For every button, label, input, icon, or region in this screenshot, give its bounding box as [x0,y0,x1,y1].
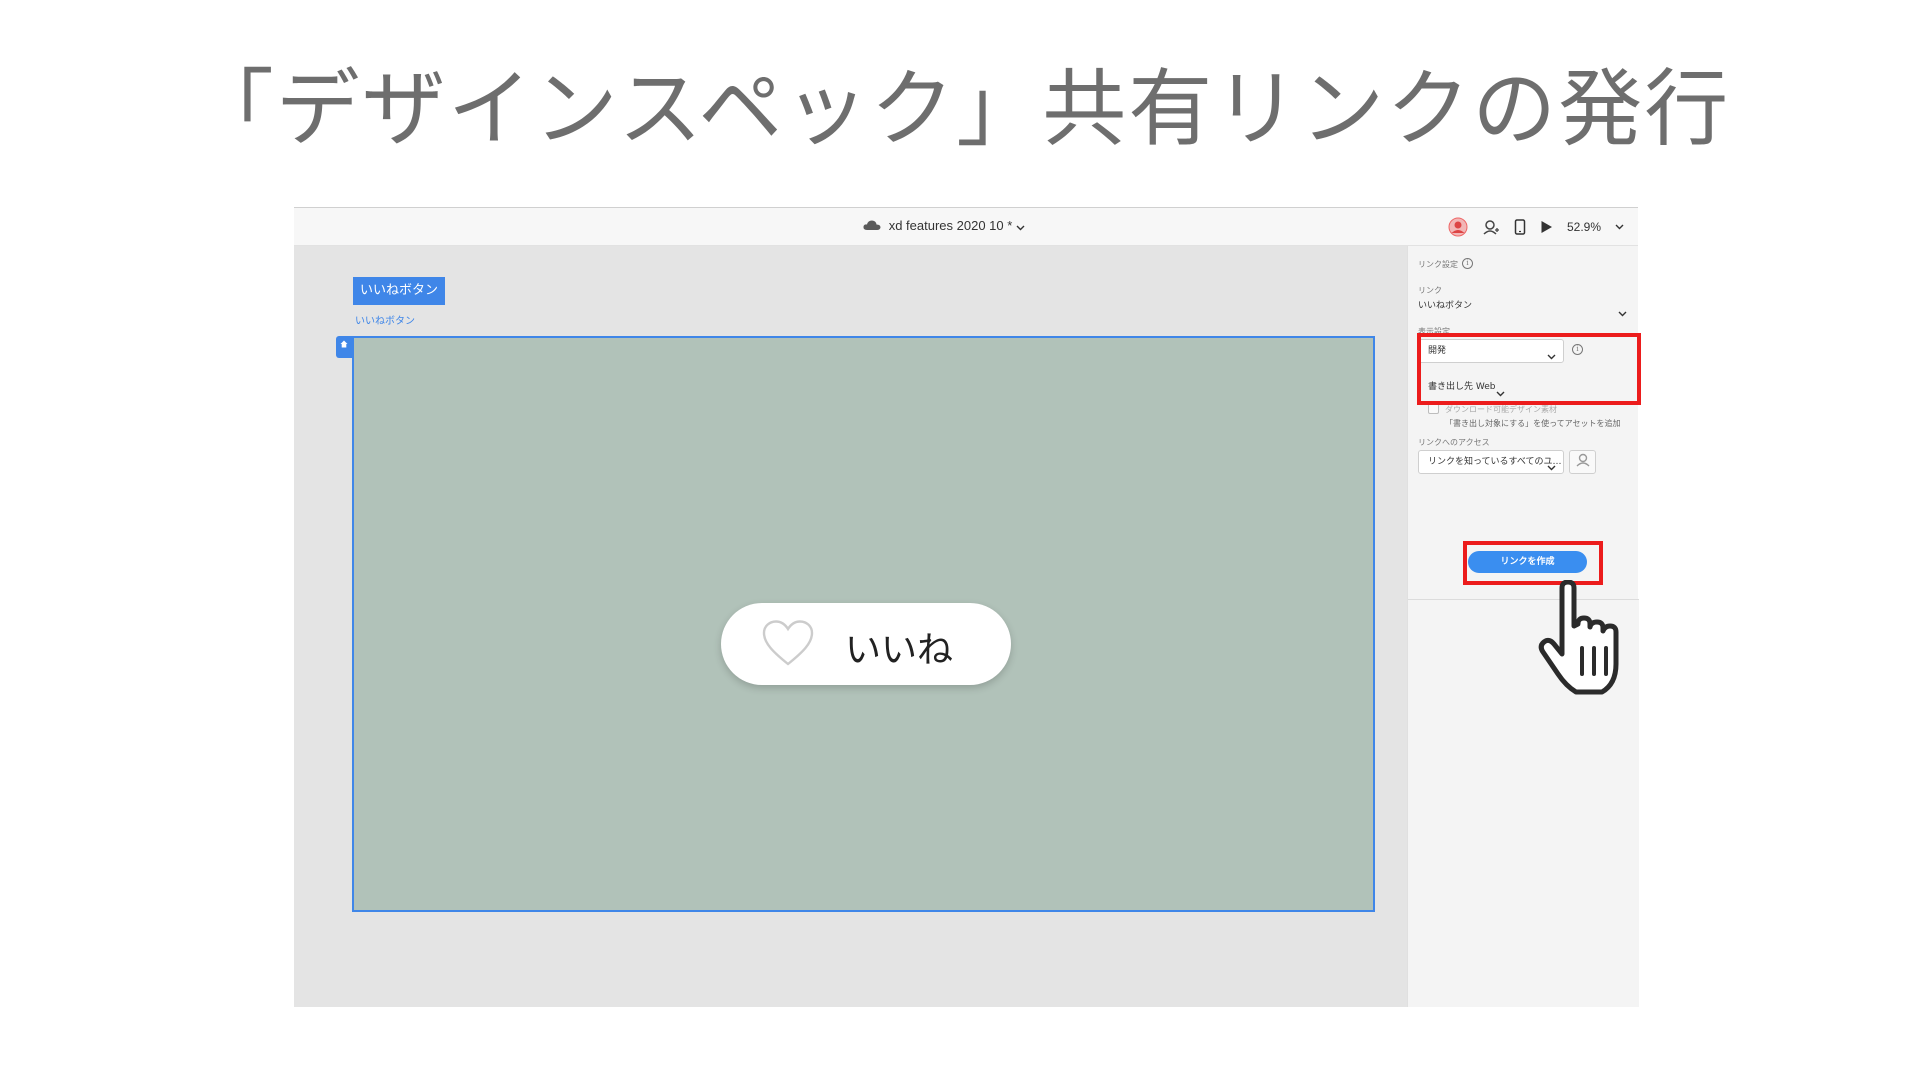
access-value: リンクを知っているすべてのユ… [1428,457,1562,467]
invite-people-button[interactable] [1569,450,1596,474]
link-settings-label: リンク設定 [1418,260,1458,269]
access-select[interactable]: リンクを知っているすべてのユ… [1418,450,1564,474]
slide-title: 「デザインスペック」共有リンクの発行 [189,60,1731,158]
link-value[interactable]: いいねボタン [1418,298,1472,311]
link-chevron-down-icon[interactable] [1618,302,1627,321]
xd-app-window: xd features 2020 10 * 52.9% いいねボタン いいねボタ… [294,207,1639,1007]
document-title[interactable]: xd features 2020 10 * [684,218,1204,234]
user-avatar-icon[interactable] [1448,217,1468,237]
artboard[interactable]: いいね [352,336,1375,912]
info-icon[interactable]: i [1462,258,1473,269]
title-bar-actions: 52.9% [1448,216,1624,238]
design-canvas[interactable]: いいねボタン いいねボタン いいね [294,246,1407,1007]
invite-user-icon [1575,452,1591,472]
like-button[interactable]: いいね [721,603,1011,685]
view-settings-highlight [1417,333,1641,405]
artboard-name-label[interactable]: いいねボタン [355,312,415,327]
like-button-label: いいね [845,630,954,671]
create-link-highlight [1463,541,1603,585]
chevron-down-icon [1016,219,1025,234]
heart-icon [761,619,815,671]
home-icon[interactable] [336,336,352,358]
zoom-chevron-down-icon[interactable] [1615,224,1624,230]
access-label: リンクへのアクセス [1418,438,1490,447]
cloud-icon [863,219,881,234]
document-title-text: xd features 2020 10 * [888,218,1013,233]
zoom-level[interactable]: 52.9% [1567,220,1601,234]
download-assets-label: ダウンロード可能デザイン素材 [1445,405,1557,414]
artboard-tag[interactable]: いいねボタン [353,277,446,305]
play-icon[interactable] [1540,220,1553,234]
download-assets-hint: 「書き出し対象にする」を使ってアセットを追加 [1445,419,1621,428]
mobile-preview-icon[interactable] [1514,219,1526,235]
pointing-hand-cursor-icon [1538,579,1638,702]
title-bar: xd features 2020 10 * 52.9% [294,208,1638,246]
chevron-down-icon [1547,458,1556,480]
invite-user-icon[interactable] [1482,218,1500,236]
link-label: リンク [1418,286,1442,295]
